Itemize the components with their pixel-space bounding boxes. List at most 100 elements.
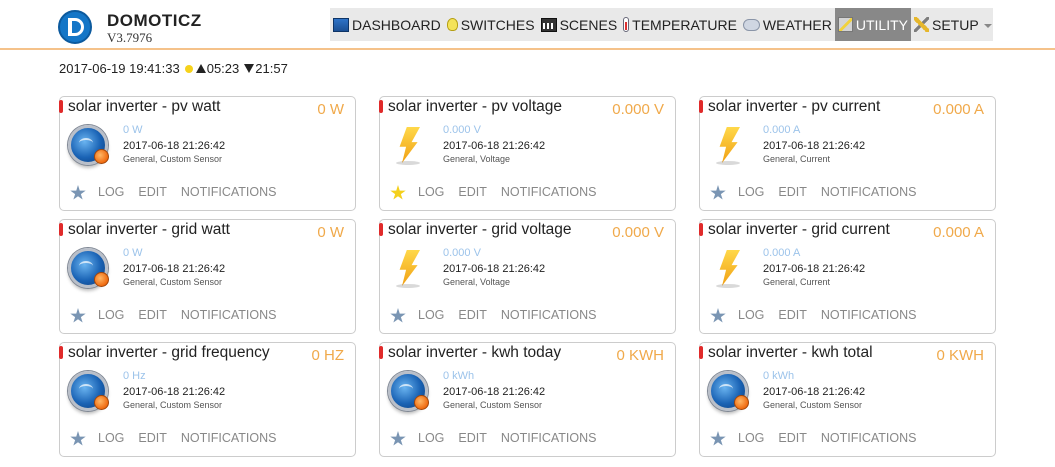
device-value: 0 W: [317, 101, 344, 118]
notifications-link[interactable]: NOTIFICATIONS: [501, 185, 597, 199]
device-type: General, Voltage: [443, 154, 511, 164]
app-name: DOMOTICZ: [107, 11, 202, 30]
lightning-bolt-icon[interactable]: [388, 248, 428, 288]
favorite-star-icon[interactable]: [70, 431, 86, 446]
device-card-pv-voltage: solar inverter - pv voltage 0.000 V 0.00…: [379, 96, 676, 211]
edit-link[interactable]: EDIT: [138, 308, 166, 322]
log-link[interactable]: LOG: [98, 185, 124, 199]
edit-link[interactable]: EDIT: [778, 431, 806, 445]
nav-utility[interactable]: UTILITY: [834, 8, 911, 41]
log-link[interactable]: LOG: [418, 185, 444, 199]
log-link[interactable]: LOG: [738, 308, 764, 322]
notifications-link[interactable]: NOTIFICATIONS: [501, 308, 597, 322]
notifications-link[interactable]: NOTIFICATIONS: [821, 185, 917, 199]
chevron-down-icon: [983, 23, 992, 28]
app-version: V3.7976: [107, 30, 153, 45]
device-subvalue: 0 kWh: [763, 370, 795, 382]
log-link[interactable]: LOG: [738, 431, 764, 445]
nav-switches-label: SWITCHES: [460, 16, 535, 33]
device-last-update: 2017-06-18 21:26:42: [763, 263, 866, 275]
status-marker: [59, 346, 63, 359]
notifications-link[interactable]: NOTIFICATIONS: [181, 308, 277, 322]
device-last-update: 2017-06-18 21:26:42: [763, 140, 866, 152]
device-value: 0 KWH: [936, 347, 984, 364]
device-value: 0.000 A: [933, 224, 984, 241]
favorite-star-icon[interactable]: [710, 308, 726, 323]
edit-link[interactable]: EDIT: [458, 431, 486, 445]
favorite-star-icon[interactable]: [710, 431, 726, 446]
device-type: General, Current: [763, 277, 831, 287]
status-marker: [699, 346, 703, 359]
notifications-link[interactable]: NOTIFICATIONS: [821, 308, 917, 322]
status-bar: 2017-06-19 19:41:33 05:23 21:57: [59, 61, 288, 76]
device-card-grid-voltage: solar inverter - grid voltage 0.000 V 0.…: [379, 219, 676, 334]
edit-link[interactable]: EDIT: [778, 308, 806, 322]
dashboard-icon: [333, 17, 349, 32]
custom-sensor-icon[interactable]: [68, 125, 109, 165]
favorite-star-icon[interactable]: [390, 431, 406, 446]
custom-sensor-icon[interactable]: [388, 371, 429, 411]
device-card-grid-watt: solar inverter - grid watt 0 W 0 W 2017-…: [59, 219, 356, 334]
log-link[interactable]: LOG: [98, 308, 124, 322]
favorite-star-icon[interactable]: [710, 185, 726, 200]
card-actions: LOG EDIT NOTIFICATIONS: [98, 431, 291, 445]
log-link[interactable]: LOG: [738, 185, 764, 199]
notifications-link[interactable]: NOTIFICATIONS: [501, 431, 597, 445]
status-marker: [59, 223, 63, 236]
device-type: General, Custom Sensor: [123, 154, 223, 164]
favorite-star-icon[interactable]: [70, 308, 86, 323]
favorite-star-icon[interactable]: [390, 185, 406, 200]
favorite-star-icon[interactable]: [70, 185, 86, 200]
status-marker: [379, 223, 383, 236]
log-link[interactable]: LOG: [418, 308, 444, 322]
lightbulb-icon: [446, 18, 458, 31]
edit-link[interactable]: EDIT: [138, 185, 166, 199]
sun-icon: [184, 64, 193, 73]
card-actions: LOG EDIT NOTIFICATIONS: [98, 185, 291, 199]
lightning-bolt-icon[interactable]: [708, 125, 748, 165]
nav-dashboard[interactable]: DASHBOARD: [330, 8, 444, 41]
device-name: solar inverter - grid voltage: [388, 221, 572, 238]
lightning-bolt-icon[interactable]: [708, 248, 748, 288]
lightning-bolt-icon[interactable]: [388, 125, 428, 165]
edit-link[interactable]: EDIT: [778, 185, 806, 199]
device-card-pv-watt: solar inverter - pv watt 0 W 0 W 2017-06…: [59, 96, 356, 211]
log-link[interactable]: LOG: [98, 431, 124, 445]
edit-link[interactable]: EDIT: [458, 308, 486, 322]
log-link[interactable]: LOG: [418, 431, 444, 445]
utility-icon: [837, 17, 853, 32]
notifications-link[interactable]: NOTIFICATIONS: [821, 431, 917, 445]
top-header: DOMOTICZ V3.7976 DASHBOARD SWITCHES SCEN…: [0, 0, 1055, 50]
device-last-update: 2017-06-18 21:26:42: [443, 263, 546, 275]
nav-utility-label: UTILITY: [855, 16, 908, 33]
favorite-star-icon[interactable]: [390, 308, 406, 323]
device-value: 0 KWH: [616, 347, 664, 364]
device-type: General, Custom Sensor: [763, 400, 863, 410]
device-value: 0 HZ: [311, 347, 344, 364]
edit-link[interactable]: EDIT: [458, 185, 486, 199]
device-subvalue: 0.000 V: [443, 124, 481, 136]
edit-link[interactable]: EDIT: [138, 431, 166, 445]
status-marker: [699, 223, 703, 236]
device-subvalue: 0 W: [123, 247, 143, 259]
card-actions: LOG EDIT NOTIFICATIONS: [738, 431, 931, 445]
device-card-grid-current: solar inverter - grid current 0.000 A 0.…: [699, 219, 996, 334]
nav-scenes[interactable]: SCENES: [538, 8, 621, 41]
device-name: solar inverter - grid watt: [68, 221, 230, 238]
notifications-link[interactable]: NOTIFICATIONS: [181, 185, 277, 199]
device-type: General, Voltage: [443, 277, 511, 287]
device-value: 0 W: [317, 224, 344, 241]
nav-switches[interactable]: SWITCHES: [444, 8, 538, 41]
custom-sensor-icon[interactable]: [708, 371, 749, 411]
sunset-time: 21:57: [255, 61, 288, 76]
card-actions: LOG EDIT NOTIFICATIONS: [418, 308, 611, 322]
nav-temperature[interactable]: TEMPERATURE: [620, 8, 740, 41]
custom-sensor-icon[interactable]: [68, 371, 109, 411]
custom-sensor-icon[interactable]: [68, 248, 109, 288]
notifications-link[interactable]: NOTIFICATIONS: [181, 431, 277, 445]
nav-setup[interactable]: SETUP: [911, 8, 995, 41]
nav-weather[interactable]: WEATHER: [740, 8, 835, 41]
device-name: solar inverter - pv watt: [68, 98, 221, 115]
domoticz-logo-icon[interactable]: [58, 10, 92, 44]
device-name: solar inverter - kwh total: [708, 344, 873, 361]
